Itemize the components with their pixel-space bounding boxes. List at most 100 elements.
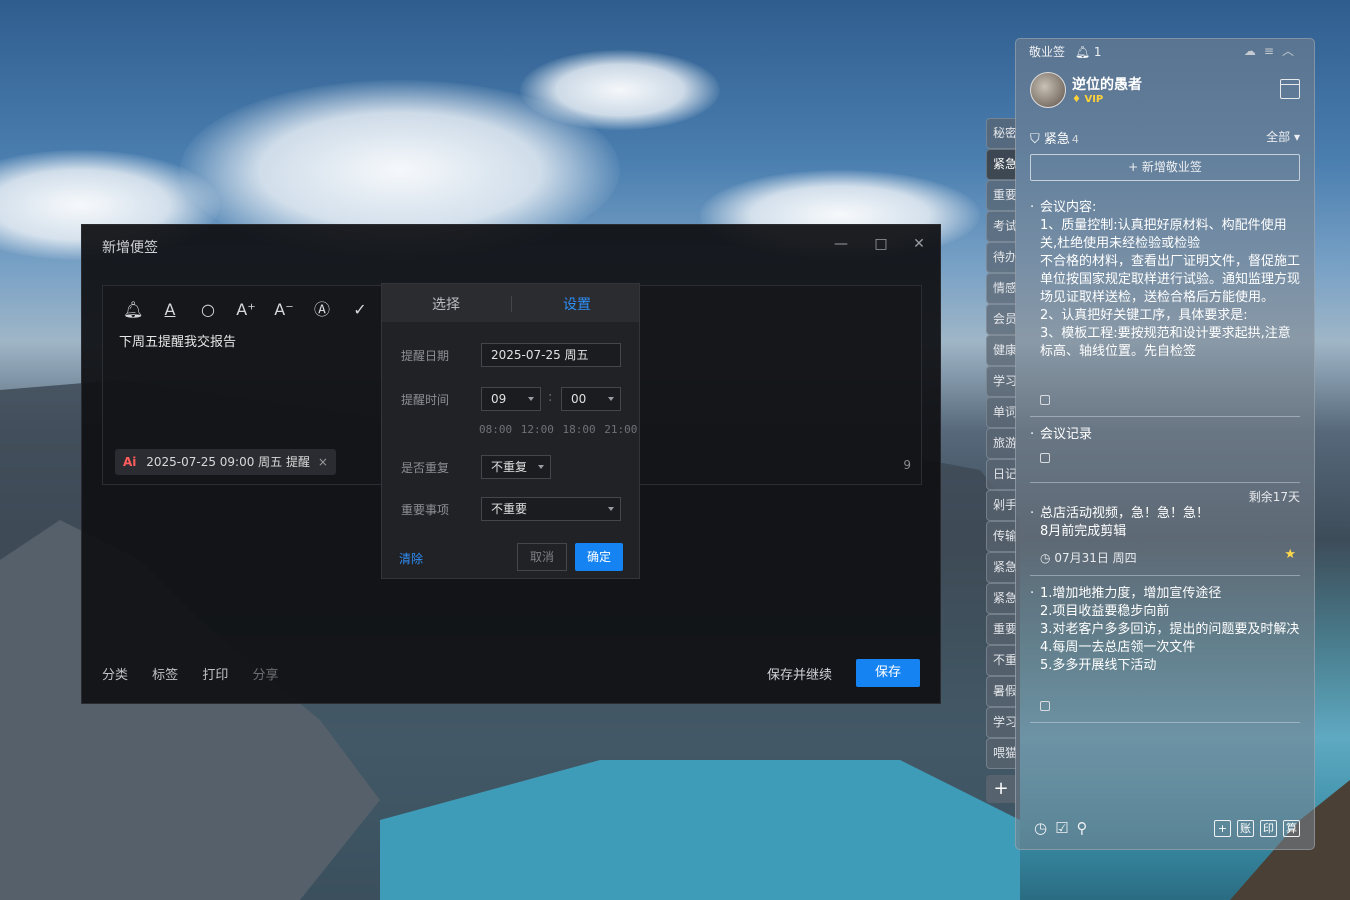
- due-text: 07月31日 周四: [1054, 551, 1137, 565]
- font-color-icon[interactable]: A: [160, 300, 180, 320]
- hour-select[interactable]: 09: [481, 387, 541, 411]
- clear-link[interactable]: 清除: [399, 550, 423, 567]
- side-tab[interactable]: 紧急: [986, 583, 1016, 614]
- category-header: ⛉ 紧急 4: [1030, 128, 1079, 147]
- side-tab[interactable]: 暑假: [986, 676, 1016, 707]
- todo-check-icon[interactable]: ☑: [1055, 819, 1076, 837]
- note-item[interactable]: · 会议内容: 1、质量控制:认真把好原材料、构配件使用关,杜绝使用未经检验或检…: [1030, 199, 1300, 417]
- side-tab[interactable]: 传输: [986, 521, 1016, 552]
- tag-link[interactable]: 标签: [152, 668, 178, 683]
- side-tab[interactable]: 单词: [986, 397, 1016, 428]
- add-category-button[interactable]: +: [986, 775, 1016, 803]
- reminder-close-icon[interactable]: ×: [318, 455, 328, 469]
- quick-times[interactable]: 08:00 12:00 18:00 21:00: [479, 423, 637, 436]
- reminder-chip[interactable]: Ai 2025-07-25 09:00 周五 提醒 ×: [115, 449, 336, 475]
- side-tab[interactable]: 喂猫: [986, 738, 1016, 769]
- date-label: 提醒日期: [401, 349, 450, 363]
- category-name: 紧急: [1043, 132, 1070, 147]
- notification-bell-icon[interactable]: 🔔︎: [1075, 45, 1090, 59]
- calculate-icon[interactable]: 算: [1283, 820, 1300, 837]
- tab-settings[interactable]: 设置: [563, 294, 591, 314]
- reminder-popover: 选择 设置 提醒日期 2025-07-25 周五 提醒时间 09 : 00 08…: [381, 283, 640, 579]
- side-tab[interactable]: 不重: [986, 645, 1016, 676]
- cancel-button[interactable]: 取消: [517, 543, 567, 571]
- account-icon[interactable]: 账: [1237, 820, 1254, 837]
- side-tab[interactable]: 情感: [986, 273, 1016, 304]
- bottom-links: 分类 标签 打印 分享: [102, 664, 298, 683]
- search-icon[interactable]: ⚲: [1077, 819, 1096, 837]
- tab-select[interactable]: 选择: [432, 294, 460, 314]
- time-label: 提醒时间: [401, 393, 450, 407]
- note-content[interactable]: 下周五提醒我交报告: [119, 331, 236, 350]
- new-note-button[interactable]: + 新增敬业签: [1030, 154, 1300, 181]
- side-tab[interactable]: 秘密: [986, 118, 1016, 149]
- side-tab[interactable]: 剁手: [986, 490, 1016, 521]
- confirm-button[interactable]: 确定: [575, 543, 623, 571]
- vip-badge: ♦ VIP: [1072, 94, 1103, 105]
- date-field[interactable]: 2025-07-25 周五: [481, 343, 621, 367]
- side-tab[interactable]: 旅游: [986, 428, 1016, 459]
- panel-title: 敬业签 🔔︎ 1: [1029, 43, 1102, 60]
- save-continue-button[interactable]: 保存并继续: [767, 664, 832, 683]
- vip-label: VIP: [1084, 94, 1104, 105]
- side-tab[interactable]: 紧急: [986, 552, 1016, 583]
- chevron-down-icon: [538, 465, 544, 469]
- char-count: 9: [903, 458, 911, 472]
- side-tab[interactable]: 学习: [986, 707, 1016, 738]
- avatar[interactable]: [1030, 72, 1066, 108]
- filter-dropdown[interactable]: 全部 ▾: [1266, 128, 1300, 145]
- note-item[interactable]: · 会议记录: [1030, 426, 1300, 483]
- chevron-down-icon: [528, 397, 534, 401]
- due-date: ◷ 07月31日 周四: [1040, 549, 1137, 566]
- close-icon[interactable]: ✕: [910, 235, 928, 253]
- share-link[interactable]: 分享: [252, 668, 278, 683]
- side-tab[interactable]: 考试: [986, 211, 1016, 242]
- importance-label: 重要事项: [401, 503, 450, 517]
- note-text: 总店活动视频，急！急！急！ 8月前完成剪辑: [1040, 506, 1210, 539]
- clear-format-icon[interactable]: Ⓐ: [312, 300, 332, 320]
- font-decrease-icon[interactable]: A⁻: [274, 300, 294, 320]
- checkmark-icon[interactable]: ✓: [350, 300, 370, 320]
- menu-icon[interactable]: ≡: [1264, 44, 1282, 58]
- side-tab[interactable]: 重要: [986, 614, 1016, 645]
- diamond-icon: ♦: [1072, 94, 1081, 105]
- minimize-icon[interactable]: —: [832, 235, 850, 253]
- note-type-icon: [1040, 453, 1050, 463]
- dialog-title: 新增便签: [102, 240, 158, 256]
- add-icon[interactable]: +: [1214, 820, 1231, 837]
- app-name: 敬业签: [1029, 45, 1066, 59]
- category-link[interactable]: 分类: [102, 668, 128, 683]
- remaining-days: 剩余17天: [1248, 490, 1300, 504]
- bullet: ·: [1030, 427, 1035, 442]
- print-link[interactable]: 打印: [202, 668, 228, 683]
- user-name[interactable]: 逆位的愚者: [1072, 74, 1142, 94]
- side-tab[interactable]: 学习: [986, 366, 1016, 397]
- collapse-icon[interactable]: ︿: [1282, 44, 1302, 58]
- side-tab[interactable]: 紧急: [986, 149, 1016, 180]
- minute-select[interactable]: 00: [561, 387, 621, 411]
- repeat-select[interactable]: 不重复: [481, 455, 551, 479]
- font-increase-icon[interactable]: A⁺: [236, 300, 256, 320]
- bullet: ·: [1030, 200, 1035, 215]
- side-tab[interactable]: 日记: [986, 459, 1016, 490]
- chevron-down-icon: [608, 507, 614, 511]
- maximize-icon[interactable]: □: [872, 235, 890, 253]
- print-icon[interactable]: 印: [1260, 820, 1277, 837]
- side-tab[interactable]: 健康: [986, 335, 1016, 366]
- reminder-bell-icon[interactable]: 🔔︎: [123, 300, 143, 320]
- popover-tabs: 选择 设置: [382, 284, 639, 322]
- note-text: 会议记录: [1040, 427, 1093, 442]
- history-clock-icon[interactable]: ◷: [1034, 819, 1055, 837]
- search-icon[interactable]: ○: [198, 300, 218, 320]
- cloud-sync-icon[interactable]: ☁: [1244, 44, 1264, 58]
- calendar-icon[interactable]: [1280, 79, 1300, 99]
- save-button[interactable]: 保存: [856, 659, 920, 687]
- side-tab[interactable]: 会员: [986, 304, 1016, 335]
- importance-select[interactable]: 不重要: [481, 497, 621, 521]
- minute-value: 00: [571, 392, 587, 406]
- chevron-down-icon: [608, 397, 614, 401]
- side-tab[interactable]: 待办: [986, 242, 1016, 273]
- side-tab[interactable]: 重要: [986, 180, 1016, 211]
- note-item[interactable]: · 1.增加地推力度，增加宣传途径 2.项目收益要稳步向前 3.对老客户多多回访…: [1030, 585, 1300, 723]
- star-icon[interactable]: ★: [1284, 547, 1296, 562]
